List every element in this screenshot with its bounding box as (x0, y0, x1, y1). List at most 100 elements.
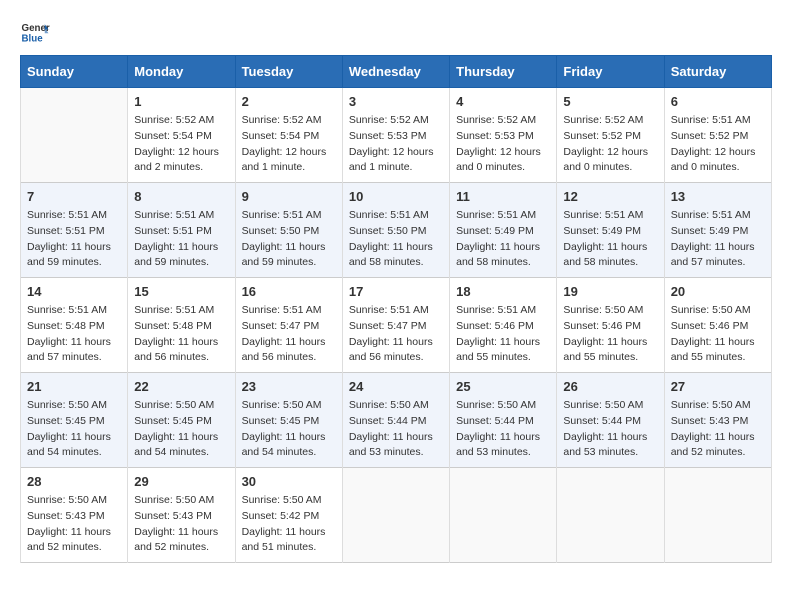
day-info: Sunrise: 5:51 AM Sunset: 5:51 PM Dayligh… (134, 208, 228, 271)
day-info: Sunrise: 5:51 AM Sunset: 5:48 PM Dayligh… (27, 303, 121, 366)
day-cell: 29 Sunrise: 5:50 AM Sunset: 5:43 PM Dayli… (128, 468, 235, 563)
day-number: 4 (456, 94, 550, 109)
day-number: 7 (27, 189, 121, 204)
day-cell: 8 Sunrise: 5:51 AM Sunset: 5:51 PM Daylig… (128, 183, 235, 278)
day-cell: 18 Sunrise: 5:51 AM Sunset: 5:46 PM Dayli… (450, 278, 557, 373)
day-info: Sunrise: 5:51 AM Sunset: 5:49 PM Dayligh… (456, 208, 550, 271)
day-info: Sunrise: 5:51 AM Sunset: 5:51 PM Dayligh… (27, 208, 121, 271)
day-cell: 30Sunrise: 5:50 AM Sunset: 5:42 PM Dayli… (235, 468, 342, 563)
week-row-3: 14 Sunrise: 5:51 AM Sunset: 5:48 PM Dayli… (21, 278, 772, 373)
day-cell: 15 Sunrise: 5:51 AM Sunset: 5:48 PM Dayli… (128, 278, 235, 373)
day-cell: 6Sunrise: 5:51 AM Sunset: 5:52 PM Daylig… (664, 88, 771, 183)
day-cell: 28Sunrise: 5:50 AM Sunset: 5:43 PM Dayli… (21, 468, 128, 563)
header-cell-sunday: Sunday (21, 56, 128, 88)
day-number: 12 (563, 189, 657, 204)
day-info: Sunrise: 5:50 AM Sunset: 5:46 PM Dayligh… (563, 303, 657, 366)
day-number: 19 (563, 284, 657, 299)
day-cell: 19 Sunrise: 5:50 AM Sunset: 5:46 PM Dayli… (557, 278, 664, 373)
day-number: 8 (134, 189, 228, 204)
day-cell: 16 Sunrise: 5:51 AM Sunset: 5:47 PM Dayli… (235, 278, 342, 373)
calendar-body: 1 Sunrise: 5:52 AM Sunset: 5:54 PM Daylig… (21, 88, 772, 563)
day-cell: 10 Sunrise: 5:51 AM Sunset: 5:50 PM Dayli… (342, 183, 449, 278)
day-info: Sunrise: 5:52 AM Sunset: 5:54 PM Dayligh… (134, 113, 228, 176)
day-cell: 27 Sunrise: 5:50 AM Sunset: 5:43 PM Dayli… (664, 373, 771, 468)
day-cell: 23 Sunrise: 5:50 AM Sunset: 5:45 PM Dayli… (235, 373, 342, 468)
day-number: 21 (27, 379, 121, 394)
day-info: Sunrise: 5:51 AM Sunset: 5:48 PM Dayligh… (134, 303, 228, 366)
header-cell-friday: Friday (557, 56, 664, 88)
day-number: 16 (242, 284, 336, 299)
svg-text:Blue: Blue (22, 34, 44, 45)
header-cell-wednesday: Wednesday (342, 56, 449, 88)
header-cell-monday: Monday (128, 56, 235, 88)
day-number: 20 (671, 284, 765, 299)
week-row-4: 21 Sunrise: 5:50 AM Sunset: 5:45 PM Dayli… (21, 373, 772, 468)
day-cell: 13 Sunrise: 5:51 AM Sunset: 5:49 PM Dayli… (664, 183, 771, 278)
day-info: Sunrise: 5:50 AM Sunset: 5:44 PM Dayligh… (563, 398, 657, 461)
day-number: 23 (242, 379, 336, 394)
day-cell: 11 Sunrise: 5:51 AM Sunset: 5:49 PM Dayli… (450, 183, 557, 278)
day-cell (342, 468, 449, 563)
day-cell: 24Sunrise: 5:50 AM Sunset: 5:44 PM Dayli… (342, 373, 449, 468)
day-info: Sunrise: 5:50 AM Sunset: 5:43 PM Dayligh… (671, 398, 765, 461)
day-info: Sunrise: 5:52 AM Sunset: 5:53 PM Dayligh… (349, 113, 443, 176)
day-number: 29 (134, 474, 228, 489)
day-cell: 17Sunrise: 5:51 AM Sunset: 5:47 PM Dayli… (342, 278, 449, 373)
day-info: Sunrise: 5:51 AM Sunset: 5:49 PM Dayligh… (563, 208, 657, 271)
day-info: Sunrise: 5:51 AM Sunset: 5:50 PM Dayligh… (242, 208, 336, 271)
week-row-2: 7 Sunrise: 5:51 AM Sunset: 5:51 PM Daylig… (21, 183, 772, 278)
day-info: Sunrise: 5:51 AM Sunset: 5:47 PM Dayligh… (349, 303, 443, 366)
day-number: 27 (671, 379, 765, 394)
day-info: Sunrise: 5:52 AM Sunset: 5:52 PM Dayligh… (563, 113, 657, 176)
day-cell: 14 Sunrise: 5:51 AM Sunset: 5:48 PM Dayli… (21, 278, 128, 373)
day-number: 24 (349, 379, 443, 394)
day-number: 5 (563, 94, 657, 109)
calendar-header: SundayMondayTuesdayWednesdayThursdayFrid… (21, 56, 772, 88)
day-cell: 26 Sunrise: 5:50 AM Sunset: 5:44 PM Dayli… (557, 373, 664, 468)
day-number: 22 (134, 379, 228, 394)
day-number: 18 (456, 284, 550, 299)
day-info: Sunrise: 5:50 AM Sunset: 5:45 PM Dayligh… (242, 398, 336, 461)
day-info: Sunrise: 5:50 AM Sunset: 5:42 PM Dayligh… (242, 493, 336, 556)
day-cell: 7 Sunrise: 5:51 AM Sunset: 5:51 PM Daylig… (21, 183, 128, 278)
day-info: Sunrise: 5:52 AM Sunset: 5:53 PM Dayligh… (456, 113, 550, 176)
day-number: 26 (563, 379, 657, 394)
header-row: SundayMondayTuesdayWednesdayThursdayFrid… (21, 56, 772, 88)
day-cell: 3 Sunrise: 5:52 AM Sunset: 5:53 PM Daylig… (342, 88, 449, 183)
day-cell (450, 468, 557, 563)
day-cell: 20 Sunrise: 5:50 AM Sunset: 5:46 PM Dayli… (664, 278, 771, 373)
day-cell: 5 Sunrise: 5:52 AM Sunset: 5:52 PM Daylig… (557, 88, 664, 183)
day-info: Sunrise: 5:50 AM Sunset: 5:45 PM Dayligh… (134, 398, 228, 461)
day-cell: 4 Sunrise: 5:52 AM Sunset: 5:53 PM Daylig… (450, 88, 557, 183)
day-number: 14 (27, 284, 121, 299)
day-cell (557, 468, 664, 563)
day-number: 3 (349, 94, 443, 109)
header-cell-saturday: Saturday (664, 56, 771, 88)
week-row-1: 1 Sunrise: 5:52 AM Sunset: 5:54 PM Daylig… (21, 88, 772, 183)
day-info: Sunrise: 5:51 AM Sunset: 5:49 PM Dayligh… (671, 208, 765, 271)
day-info: Sunrise: 5:50 AM Sunset: 5:43 PM Dayligh… (134, 493, 228, 556)
day-cell (664, 468, 771, 563)
day-info: Sunrise: 5:50 AM Sunset: 5:44 PM Dayligh… (456, 398, 550, 461)
day-cell: 21Sunrise: 5:50 AM Sunset: 5:45 PM Dayli… (21, 373, 128, 468)
day-cell: 2Sunrise: 5:52 AM Sunset: 5:54 PM Daylig… (235, 88, 342, 183)
day-info: Sunrise: 5:50 AM Sunset: 5:46 PM Dayligh… (671, 303, 765, 366)
logo: General Blue (20, 20, 50, 45)
logo-icon: General Blue (20, 20, 50, 45)
day-cell: 1 Sunrise: 5:52 AM Sunset: 5:54 PM Daylig… (128, 88, 235, 183)
day-number: 13 (671, 189, 765, 204)
day-info: Sunrise: 5:51 AM Sunset: 5:46 PM Dayligh… (456, 303, 550, 366)
day-number: 1 (134, 94, 228, 109)
day-info: Sunrise: 5:51 AM Sunset: 5:50 PM Dayligh… (349, 208, 443, 271)
calendar-table: SundayMondayTuesdayWednesdayThursdayFrid… (20, 55, 772, 563)
day-info: Sunrise: 5:51 AM Sunset: 5:47 PM Dayligh… (242, 303, 336, 366)
day-number: 15 (134, 284, 228, 299)
day-number: 6 (671, 94, 765, 109)
day-cell (21, 88, 128, 183)
day-number: 9 (242, 189, 336, 204)
day-number: 10 (349, 189, 443, 204)
day-cell: 25Sunrise: 5:50 AM Sunset: 5:44 PM Dayli… (450, 373, 557, 468)
day-info: Sunrise: 5:50 AM Sunset: 5:43 PM Dayligh… (27, 493, 121, 556)
day-number: 11 (456, 189, 550, 204)
day-cell: 22 Sunrise: 5:50 AM Sunset: 5:45 PM Dayli… (128, 373, 235, 468)
